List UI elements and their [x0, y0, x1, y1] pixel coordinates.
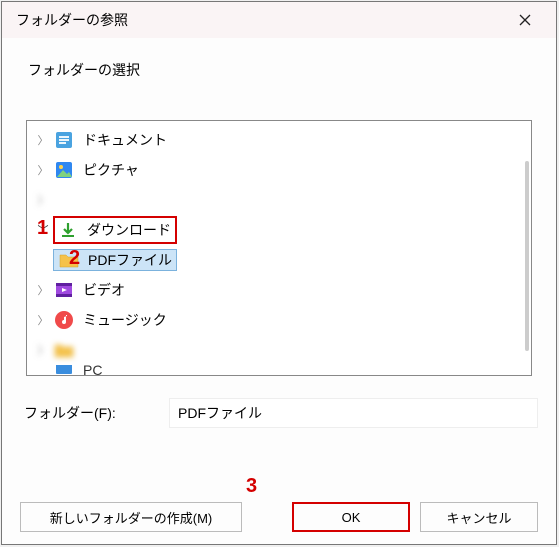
tree-node-label: ドキュメント	[83, 130, 167, 150]
annotation-1: 1	[37, 217, 48, 240]
tree-node-label: PC	[83, 365, 102, 375]
expander-spacer	[33, 250, 53, 270]
folder-tree[interactable]: 〉ドキュメント〉ピクチャ〉 ﹀ダウンロード1PDFファイル2〉ビデオ〉ミュージッ…	[26, 120, 532, 376]
tree-node[interactable]: 〉 ビデオ	[27, 275, 531, 305]
browse-folder-dialog: フォルダーの参照 フォルダーの選択 〉ドキュメント〉ピクチャ〉 ﹀ダウンロード1…	[1, 1, 557, 545]
chevron-right-icon[interactable]: 〉	[33, 130, 53, 150]
tree-node-label: ビデオ	[83, 280, 125, 300]
document-icon	[54, 130, 74, 150]
tree-node[interactable]: 〉	[27, 335, 531, 365]
tree-node[interactable]: ﹀ダウンロード1	[27, 215, 531, 245]
tree-node-label: ダウンロード	[87, 220, 171, 240]
expander-icon[interactable]	[33, 365, 53, 375]
tree-node-label: ミュージック	[83, 310, 167, 330]
new-folder-button[interactable]: 新しいフォルダーの作成(M)	[20, 502, 242, 532]
annotation-2: 2	[69, 247, 80, 270]
tree-node-label: ピクチャ	[83, 160, 139, 180]
download-icon	[58, 220, 78, 240]
chevron-right-icon[interactable]: 〉	[33, 160, 53, 180]
chevron-right-icon[interactable]: 〉	[33, 310, 53, 330]
tree-node[interactable]: 〉 ピクチャ	[27, 155, 531, 185]
folder-field-value[interactable]: PDFファイル	[169, 398, 538, 428]
ok-button[interactable]: OK	[292, 502, 410, 532]
pictures-icon	[54, 160, 74, 180]
cancel-button[interactable]: キャンセル	[420, 502, 538, 532]
music-icon	[54, 310, 74, 330]
chevron-right-icon[interactable]: 〉	[33, 280, 53, 300]
highlight-box: ダウンロード	[53, 216, 177, 244]
close-button[interactable]	[504, 4, 546, 36]
tree-node-label	[83, 190, 153, 210]
folder-icon	[54, 341, 74, 359]
close-icon	[519, 14, 531, 26]
folder-field-label: フォルダー(F):	[24, 403, 169, 423]
chevron-right-icon[interactable]: 〉	[33, 190, 53, 210]
titlebar: フォルダーの参照	[2, 2, 556, 38]
button-row: 新しいフォルダーの作成(M) OK キャンセル	[2, 502, 556, 532]
subtitle: フォルダーの選択	[2, 38, 556, 80]
tree-node-label	[83, 340, 139, 360]
tree-node[interactable]: PDFファイル 2	[27, 245, 531, 275]
scrollbar-thumb[interactable]	[525, 161, 529, 351]
video-icon	[54, 280, 74, 300]
dialog-title: フォルダーの参照	[16, 10, 128, 30]
tree-node[interactable]: 〉	[27, 185, 531, 215]
tree-scrollbar[interactable]	[523, 131, 529, 365]
tree-node[interactable]: 〉 ミュージック	[27, 305, 531, 335]
tree-node[interactable]: 〉 ドキュメント	[27, 125, 531, 155]
tree-node[interactable]: PC	[27, 365, 531, 375]
tree-node-label: PDFファイル	[88, 250, 172, 270]
annotation-3: 3	[246, 475, 257, 498]
blank-icon	[54, 190, 74, 210]
chevron-right-icon[interactable]: 〉	[33, 340, 53, 360]
pc-icon	[54, 365, 74, 375]
